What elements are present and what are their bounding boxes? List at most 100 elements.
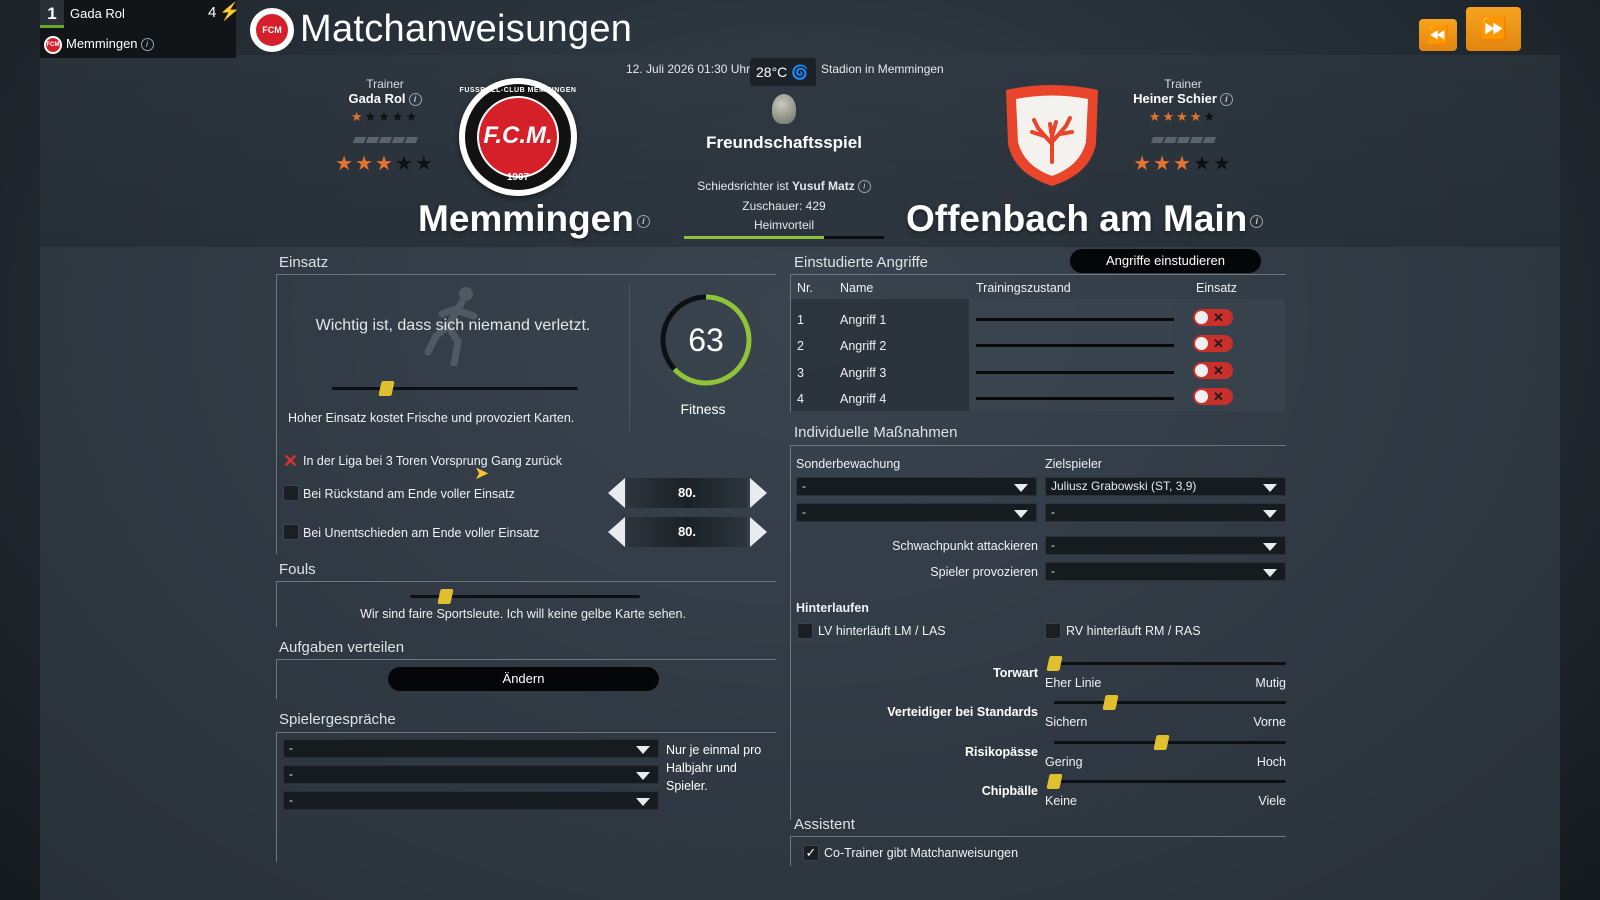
right-column-border bbox=[790, 590, 791, 820]
provozieren-select-value: - bbox=[1051, 564, 1055, 578]
info-icon[interactable]: i bbox=[140, 38, 154, 52]
manager-box[interactable]: 1 Gada Rol 4 ⚡ FCM Memmingen i bbox=[40, 0, 240, 58]
einsatz-quote: Wichtig ist, dass sich niemand verletzt. bbox=[315, 317, 591, 334]
einsatz-hint: Hoher Einsatz kostet Frische und provozi… bbox=[288, 411, 575, 425]
referee-name: Yusuf Matz bbox=[792, 179, 855, 193]
angriffe-title: Einstudierte Angriffe bbox=[794, 254, 928, 271]
rule2-value: 80. bbox=[627, 478, 747, 508]
angriff-nr: 1 bbox=[797, 313, 804, 327]
angriff-name: Angriff 2 bbox=[840, 339, 887, 353]
tactic-slider[interactable] bbox=[1054, 662, 1286, 665]
angriffe-header-name: Name bbox=[840, 281, 874, 295]
club-logo-icon: FCM bbox=[44, 35, 62, 54]
co-trainer-checkbox[interactable]: ✓ bbox=[803, 845, 819, 861]
fouls-quote: Wir sind faire Sportsleute. Ich will kei… bbox=[360, 607, 686, 621]
gespraech-select-3-value: - bbox=[289, 793, 293, 807]
chevron-down-icon bbox=[636, 772, 650, 780]
tactic-slider-min: Keine bbox=[1045, 794, 1077, 808]
einsatz-slider[interactable] bbox=[332, 387, 578, 390]
home-team-name-wrap[interactable]: Memmingen i bbox=[418, 198, 650, 240]
tactic-slider-max: Viele bbox=[1258, 794, 1286, 808]
tactic-slider[interactable] bbox=[1054, 741, 1286, 744]
sonderbewachung-select-2-value: - bbox=[802, 505, 806, 519]
referee-prefix: Schiedsrichter ist bbox=[697, 179, 789, 193]
rule3-checkbox[interactable] bbox=[283, 524, 299, 540]
hinterlaufen-title: Hinterlaufen bbox=[796, 601, 869, 615]
home-trainer-name-wrap[interactable]: Gada Rol i bbox=[330, 91, 440, 107]
angriff-einsatz-toggle[interactable]: ✕ bbox=[1193, 388, 1233, 405]
sonderbewachung-select-1-value: - bbox=[802, 479, 806, 493]
home-trainer-bar bbox=[330, 137, 440, 144]
away-trainer-stars: ★★★★★ bbox=[1148, 109, 1218, 125]
away-team-name-wrap[interactable]: Offenbach am Main i bbox=[906, 198, 1264, 240]
rule2-decrease-arrow[interactable] bbox=[608, 478, 625, 508]
rule2-checkbox[interactable] bbox=[283, 485, 299, 501]
manager-club[interactable]: FCM Memmingen i bbox=[44, 34, 154, 54]
zielspieler-select-2-value: - bbox=[1051, 505, 1055, 519]
rule1-x-icon[interactable]: ✕ bbox=[283, 451, 298, 472]
info-icon[interactable]: i bbox=[1250, 214, 1264, 228]
tactic-slider[interactable] bbox=[1054, 701, 1286, 704]
away-club-logo bbox=[1006, 85, 1098, 186]
tactic-slider-label: Verteidiger bei Standards bbox=[887, 705, 1038, 719]
angriffe-right-bg bbox=[969, 299, 1285, 411]
schwachpunkt-label: Schwachpunkt attackieren bbox=[892, 539, 1038, 553]
angriffe-header-training: Trainingszustand bbox=[976, 281, 1071, 295]
chevron-down-icon bbox=[1014, 484, 1028, 492]
gespraeche-title: Spielergespräche bbox=[279, 711, 396, 728]
assistent-title: Assistent bbox=[794, 816, 855, 833]
schwachpunkt-select[interactable]: - bbox=[1045, 536, 1286, 555]
lv-hinterlaeuft-checkbox[interactable] bbox=[797, 623, 813, 639]
away-trainer-name-wrap[interactable]: Heiner Schier i bbox=[1128, 91, 1238, 107]
rule3-increase-arrow[interactable] bbox=[750, 517, 767, 547]
info-icon[interactable]: i bbox=[857, 180, 871, 194]
massnahmen-title: Individuelle Maßnahmen bbox=[794, 424, 958, 441]
angriff-einsatz-toggle[interactable]: ✕ bbox=[1193, 335, 1233, 352]
tactic-slider[interactable] bbox=[1054, 780, 1286, 783]
gespraech-select-3[interactable]: - bbox=[283, 791, 659, 810]
angriff-nr: 2 bbox=[797, 339, 804, 353]
away-team-stars: ★★★★★ bbox=[1133, 153, 1233, 176]
rule2-increase-arrow[interactable] bbox=[750, 478, 767, 508]
chevron-down-icon bbox=[1014, 510, 1028, 518]
fast-forward-icon: ⏩ bbox=[1479, 16, 1508, 41]
angriff-einsatz-toggle[interactable]: ✕ bbox=[1193, 309, 1233, 326]
angriff-training-bar bbox=[976, 318, 1174, 321]
fast-forward-button[interactable]: ⏩ bbox=[1466, 7, 1521, 51]
gespraech-select-2[interactable]: - bbox=[283, 765, 659, 784]
home-trainer-name: Gada Rol bbox=[348, 91, 406, 106]
info-icon[interactable]: i bbox=[1219, 93, 1233, 107]
home-logo-year: 1907 bbox=[506, 172, 530, 183]
einsatz-divider bbox=[629, 284, 630, 434]
lightning-icon: ⚡ bbox=[219, 2, 241, 21]
tactic-slider-min: Gering bbox=[1045, 755, 1083, 769]
provozieren-select[interactable]: - bbox=[1045, 562, 1286, 581]
trophy-icon bbox=[772, 94, 796, 124]
away-trainer-label: Trainer bbox=[1164, 77, 1202, 91]
match-type: Freundschaftsspiel bbox=[706, 133, 862, 152]
angriffe-header-einsatz: Einsatz bbox=[1196, 281, 1237, 295]
rule3-value: 80. bbox=[627, 517, 747, 547]
gespraech-select-1[interactable]: - bbox=[283, 739, 659, 758]
tactic-slider-max: Vorne bbox=[1253, 715, 1286, 729]
rewind-button[interactable]: ⏪ bbox=[1419, 19, 1457, 51]
close-icon: ✕ bbox=[1213, 336, 1224, 351]
lv-hinterlaeuft-label: LV hinterläuft LM / LAS bbox=[818, 624, 946, 638]
aendern-button[interactable]: Ändern bbox=[388, 667, 659, 691]
sonderbewachung-select-1[interactable]: - bbox=[796, 477, 1037, 496]
info-icon[interactable]: i bbox=[408, 93, 422, 107]
angriff-einsatz-toggle[interactable]: ✕ bbox=[1193, 362, 1233, 379]
sonderbewachung-select-2[interactable]: - bbox=[796, 503, 1037, 522]
info-icon[interactable]: i bbox=[636, 214, 650, 228]
angriffe-einstudieren-button[interactable]: Angriffe einstudieren bbox=[1070, 249, 1261, 273]
manager-rank: 1 bbox=[40, 0, 64, 28]
home-trainer-stars: ★★★★★ bbox=[350, 109, 420, 125]
chevron-down-icon bbox=[1263, 510, 1277, 518]
zielspieler-select-2[interactable]: - bbox=[1045, 503, 1286, 522]
aufgaben-title: Aufgaben verteilen bbox=[279, 639, 405, 656]
co-trainer-label: Co-Trainer gibt Matchanweisungen bbox=[824, 846, 1019, 860]
rule3-decrease-arrow[interactable] bbox=[608, 517, 625, 547]
zielspieler-select-1[interactable]: Juliusz Grabowski (ST, 3,9) bbox=[1045, 477, 1286, 496]
home-advantage-label: Heimvorteil bbox=[753, 218, 814, 232]
rv-hinterlaeuft-checkbox[interactable] bbox=[1045, 623, 1061, 639]
